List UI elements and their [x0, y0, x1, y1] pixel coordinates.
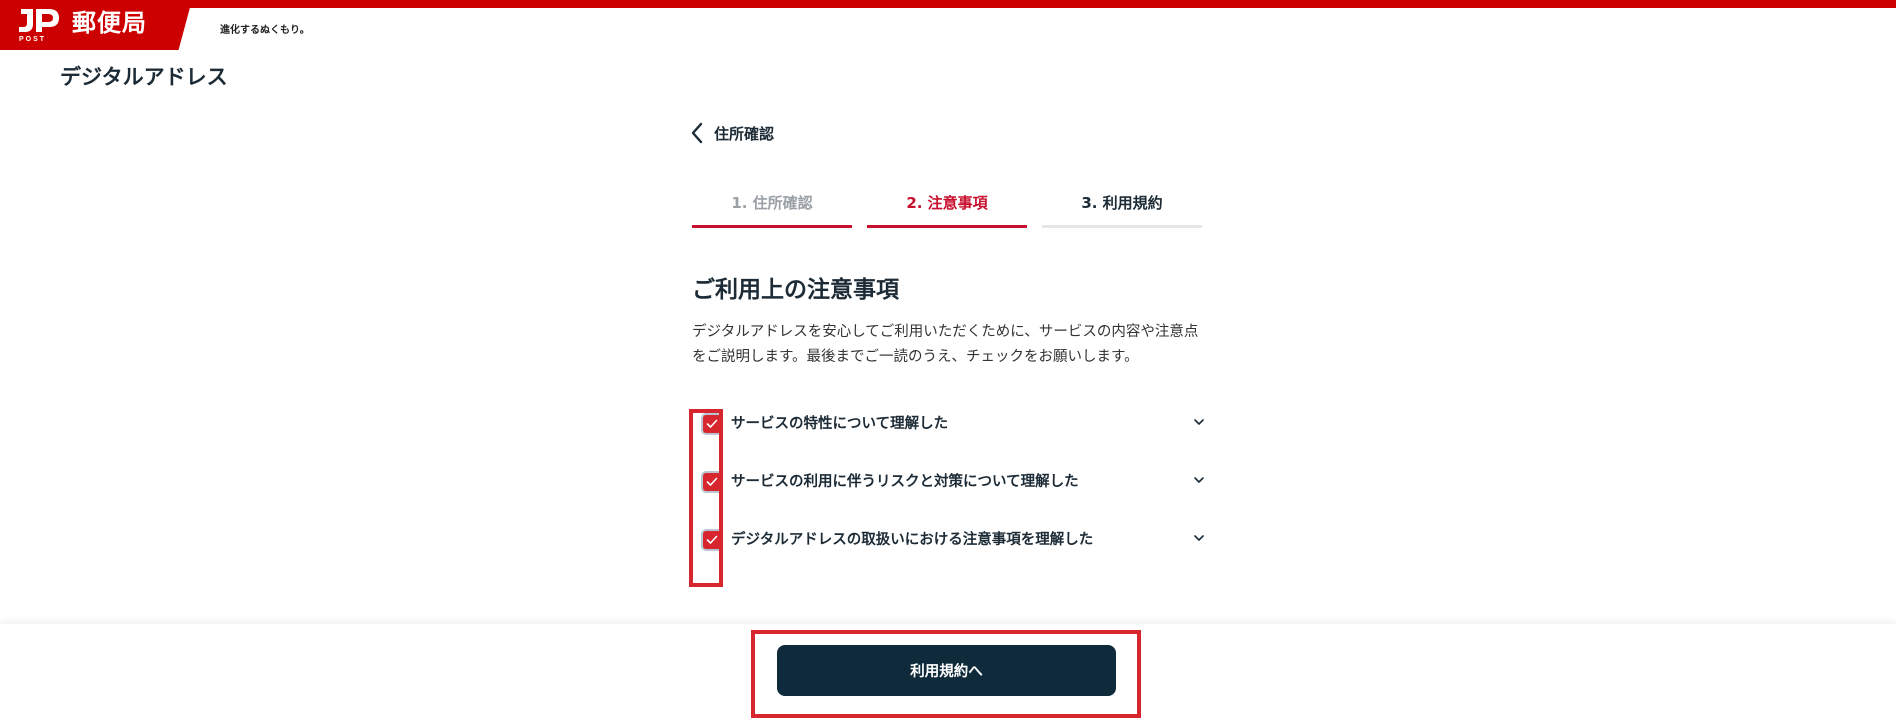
step-address-confirm: 1. 住所確認	[692, 190, 852, 228]
checklist-item[interactable]: サービスの利用に伴うリスクと対策について理解した	[700, 472, 1206, 530]
button-highlight-frame	[751, 630, 1141, 718]
step-progress-bar	[867, 225, 1027, 228]
back-link[interactable]: 住所確認	[690, 122, 774, 144]
checklist-item[interactable]: デジタルアドレスの取扱いにおける注意事項を理解した	[700, 530, 1206, 588]
progress-stepper: 1. 住所確認 2. 注意事項 3. 利用規約	[692, 190, 1202, 228]
checklist-item-label[interactable]: デジタルアドレスの取扱いにおける注意事項を理解した	[731, 530, 1093, 550]
acknowledgement-checklist: サービスの特性について理解した サービスの利用に伴うリスクと対策について理解した…	[700, 414, 1206, 588]
chevron-down-icon[interactable]	[1192, 415, 1206, 429]
chevron-down-icon[interactable]	[1192, 531, 1206, 545]
brand-tagline: 進化するぬくもり。	[220, 25, 310, 36]
checklist-item[interactable]: サービスの特性について理解した	[700, 414, 1206, 472]
section-heading: ご利用上の注意事項	[692, 277, 899, 303]
jp-post-logo-icon: POST	[19, 9, 59, 43]
section-description: デジタルアドレスを安心してご利用いただくために、サービスの内容や注意点をご説明し…	[692, 324, 1199, 365]
step-label: 3. 利用規約	[1081, 194, 1163, 212]
checklist-item-label[interactable]: サービスの特性について理解した	[731, 414, 948, 434]
step-progress-bar	[692, 225, 852, 228]
checkbox-highlight-frame	[689, 409, 723, 587]
page-title: デジタルアドレス	[60, 65, 228, 89]
step-label: 2. 注意事項	[906, 194, 988, 212]
step-terms: 3. 利用規約	[1042, 190, 1202, 228]
chevron-left-icon	[691, 122, 703, 144]
step-notes: 2. 注意事項	[867, 190, 1027, 228]
back-link-label: 住所確認	[714, 124, 775, 143]
svg-text:POST: POST	[19, 36, 46, 43]
step-label: 1. 住所確認	[731, 194, 813, 212]
checklist-item-label[interactable]: サービスの利用に伴うリスクと対策について理解した	[731, 472, 1079, 492]
top-accent-bar	[0, 0, 1896, 8]
brand-name: 郵便局	[72, 9, 147, 37]
brand-logo-block[interactable]: POST 郵便局	[0, 0, 192, 50]
step-progress-bar	[1042, 225, 1202, 228]
chevron-down-icon[interactable]	[1192, 473, 1206, 487]
